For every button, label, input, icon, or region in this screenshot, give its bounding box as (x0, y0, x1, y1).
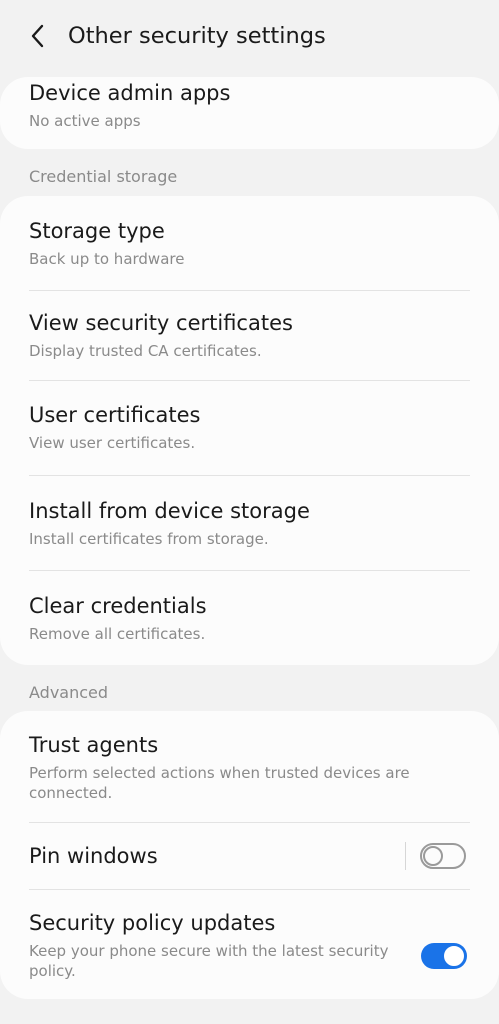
back-button[interactable] (22, 20, 54, 52)
security-policy-updates-toggle[interactable] (421, 943, 467, 969)
view-security-certificates-subtitle: Display trusted CA certificates. (29, 342, 262, 360)
clear-credentials-subtitle: Remove all certificates. (29, 625, 206, 643)
credential-storage-card: Storage type Back up to hardware View se… (0, 196, 499, 665)
install-from-device-storage-item[interactable]: Install from device storage Install cert… (0, 476, 499, 570)
pin-windows-item[interactable]: Pin windows (0, 823, 499, 889)
vertical-separator (405, 842, 406, 870)
clear-credentials-item[interactable]: Clear credentials Remove all certificate… (0, 571, 499, 665)
section-label-credential-storage: Credential storage (29, 167, 178, 186)
device-admin-apps-subtitle: No active apps (29, 112, 141, 130)
pin-windows-title: Pin windows (29, 844, 158, 868)
security-policy-updates-item[interactable]: Security policy updates Keep your phone … (0, 890, 499, 999)
toggle-knob (443, 945, 465, 967)
user-certificates-title: User certificates (29, 403, 201, 427)
advanced-card: Trust agents Perform selected actions wh… (0, 711, 499, 999)
pin-windows-toggle[interactable] (420, 843, 466, 869)
toggle-knob (423, 846, 443, 866)
storage-type-title: Storage type (29, 219, 165, 243)
storage-type-item[interactable]: Storage type Back up to hardware (0, 196, 499, 290)
page-title: Other security settings (68, 23, 326, 49)
device-admin-apps-title: Device admin apps (29, 81, 231, 105)
chevron-left-icon (31, 24, 44, 48)
trust-agents-item[interactable]: Trust agents Perform selected actions wh… (0, 711, 499, 822)
trust-agents-title: Trust agents (29, 733, 159, 757)
install-from-device-storage-subtitle: Install certificates from storage. (29, 530, 269, 548)
user-certificates-subtitle: View user certificates. (29, 434, 196, 452)
install-from-device-storage-title: Install from device storage (29, 499, 310, 523)
view-security-certificates-title: View security certificates (29, 311, 293, 335)
clear-credentials-title: Clear credentials (29, 594, 207, 618)
view-security-certificates-item[interactable]: View security certificates Display trust… (0, 291, 499, 381)
section-label-advanced: Advanced (29, 683, 109, 702)
app-header: Other security settings (0, 0, 499, 72)
security-policy-updates-subtitle: Keep your phone secure with the latest s… (29, 942, 389, 980)
trust-agents-subtitle: Perform selected actions when trusted de… (29, 764, 410, 802)
storage-type-subtitle: Back up to hardware (29, 250, 185, 268)
user-certificates-item[interactable]: User certificates View user certificates… (0, 381, 499, 475)
security-policy-updates-title: Security policy updates (29, 911, 276, 935)
device-admin-apps-item[interactable]: Device admin apps No active apps (0, 77, 499, 149)
device-admin-card: Device admin apps No active apps (0, 77, 499, 149)
